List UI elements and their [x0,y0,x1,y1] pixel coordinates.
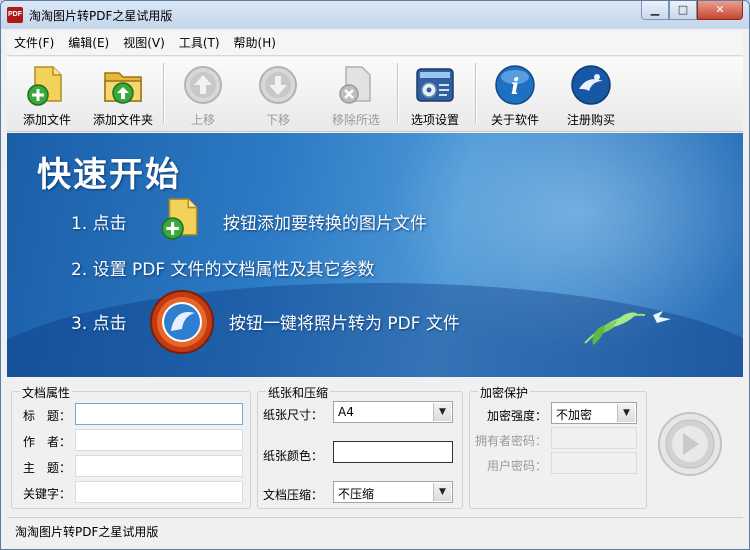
step-1-prefix: 1. 点击 [71,214,127,234]
menu-edit[interactable]: 编辑(E) [61,31,116,55]
move-up-icon [184,66,222,104]
about-label: 关于软件 [490,113,539,127]
compression-value: 不压缩 [338,487,375,501]
leaf-decoration-icon [584,311,671,345]
step-3-text: 按钮一键将照片转为 PDF 文件 [229,314,460,334]
title-bar[interactable]: PDF 淘淘图片转PDF之星试用版 ▁ □ ✕ [1,1,749,29]
register-button[interactable]: 注册购买 [555,61,627,129]
subject-label: 主 题： [23,461,72,475]
status-text: 淘淘图片转PDF之星试用版 [15,525,159,539]
move-up-button[interactable]: 上移 [167,61,239,129]
add-folder-label: 添加文件夹 [92,113,153,127]
encryption-title: 加密保护 [478,384,531,401]
toolbar-separator [163,63,165,123]
about-icon: i [495,65,535,105]
paper-size-select[interactable]: A4 ▼ [333,401,453,423]
convert-icon [150,290,214,354]
owner-password-label: 拥有者密码： [475,434,548,448]
title-input[interactable] [75,403,243,425]
title-label: 标 题： [23,409,72,423]
paper-size-label: 纸张尺寸： [263,408,324,422]
chevron-down-icon[interactable]: ▼ [433,403,451,421]
window-title: 淘淘图片转PDF之星试用版 [29,9,173,23]
compression-label: 文档压缩： [263,488,324,502]
remove-selected-icon [339,66,371,104]
add-file-icon [27,66,62,106]
register-label: 注册购买 [566,113,615,127]
maximize-button[interactable]: □ [669,1,697,20]
move-down-label: 下移 [265,113,290,127]
remove-selected-button[interactable]: 移除所选 [320,61,392,129]
paper-color-label: 纸张颜色： [263,449,324,463]
paper-size-value: A4 [338,405,354,419]
chevron-down-icon[interactable]: ▼ [617,404,635,422]
add-folder-button[interactable]: 添加文件夹 [87,61,159,129]
options-icon [416,68,454,102]
step-3-prefix: 3. 点击 [71,314,127,334]
author-label: 作 者： [23,435,72,449]
subject-input[interactable] [75,455,243,477]
about-button[interactable]: i 关于软件 [479,61,551,129]
window-controls: ▁ □ ✕ [641,1,743,21]
menu-bar: 文件(F) 编辑(E) 视图(V) 工具(T) 帮助(H) [7,31,743,56]
encryption-strength-value: 不加密 [556,408,593,422]
author-input[interactable] [75,429,243,451]
app-pdf-icon: PDF [7,7,23,23]
options-button[interactable]: 选项设置 [399,61,471,129]
close-button[interactable]: ✕ [697,1,743,20]
add-file-label: 添加文件 [22,113,71,127]
keywords-label: 关键字： [23,487,72,501]
menu-view[interactable]: 视图(V) [116,31,172,55]
paper-color-swatch[interactable] [333,441,453,463]
doc-properties-title: 文档属性 [20,384,73,401]
keywords-input[interactable] [75,481,243,503]
step-2-text: 2. 设置 PDF 文件的文档属性及其它参数 [71,260,375,280]
status-bar: 淘淘图片转PDF之星试用版 [7,517,743,542]
settings-panel: 文档属性 标 题： 作 者： 主 题： 关键字： 纸张和压缩 纸张尺寸： A4 … [7,379,743,513]
banner-title: 快速开始 [37,155,181,195]
add-file-icon [161,198,198,240]
user-password-label: 用户密码： [487,459,548,473]
toolbar-separator [475,63,477,123]
encryption-strength-select[interactable]: 不加密 ▼ [551,402,637,424]
svg-text:i: i [511,74,519,100]
move-up-label: 上移 [190,113,215,127]
menu-tools[interactable]: 工具(T) [172,31,227,55]
app-window: PDF 淘淘图片转PDF之星试用版 ▁ □ ✕ 文件(F) 编辑(E) 视图(V… [0,0,750,550]
minimize-button[interactable]: ▁ [641,1,669,20]
menu-help[interactable]: 帮助(H) [227,31,283,55]
convert-button[interactable] [657,411,723,477]
chevron-down-icon[interactable]: ▼ [433,483,451,501]
move-down-icon [259,66,297,104]
user-password-input[interactable] [551,452,637,474]
move-down-button[interactable]: 下移 [242,61,314,129]
toolbar: 添加文件 添加文件夹 上移 下移 移除所选 选项设置 i 关于软件 注册购买 [7,57,743,132]
menu-file[interactable]: 文件(F) [7,31,61,55]
add-file-button[interactable]: 添加文件 [11,61,83,129]
register-icon [571,65,611,105]
quick-start-banner: 快速开始 1. 点击 按钮添加要转换的图片文件 2. 设置 PDF 文件的文档属… [7,133,743,377]
owner-password-input[interactable] [551,427,637,449]
compression-select[interactable]: 不压缩 ▼ [333,481,453,503]
add-folder-icon [104,72,142,104]
paper-compression-title: 纸张和压缩 [266,384,331,401]
encryption-strength-label: 加密强度： [487,409,548,423]
remove-selected-label: 移除所选 [331,113,380,127]
step-1-text: 按钮添加要转换的图片文件 [223,214,427,234]
options-label: 选项设置 [410,113,459,127]
